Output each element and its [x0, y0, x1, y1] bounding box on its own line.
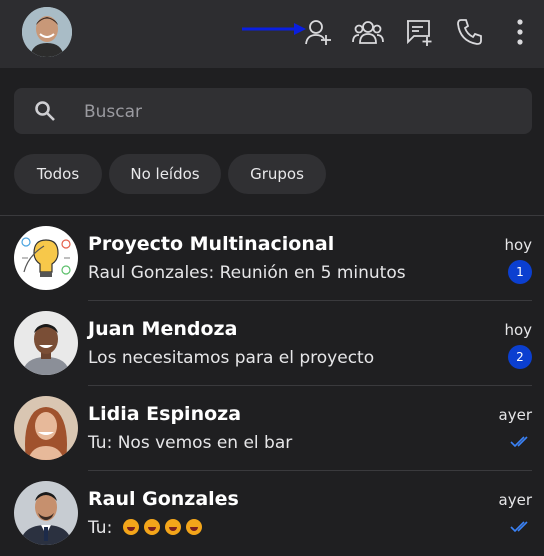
chat-row-juan-mendoza[interactable]: Juan Mendoza Los necesitamos para el pro…	[0, 301, 544, 386]
search-bar[interactable]	[14, 88, 532, 134]
chat-name: Lidia Espinoza	[88, 403, 242, 425]
contact-avatar	[14, 396, 78, 460]
new-chat-icon[interactable]	[404, 17, 434, 47]
chat-name: Raul Gonzales	[88, 488, 239, 510]
community-icon[interactable]	[352, 17, 384, 47]
chat-time: hoy	[504, 321, 532, 339]
chat-row-raul-gonzales[interactable]: Raul Gonzales Tu: ayer	[0, 471, 544, 556]
chat-time: ayer	[498, 406, 532, 424]
top-bar	[0, 0, 544, 68]
search-icon	[35, 101, 55, 121]
filter-chip-grupos[interactable]: Grupos	[228, 154, 326, 194]
emoji-sequence	[118, 518, 202, 538]
search-input[interactable]	[82, 96, 516, 128]
chat-row-proyecto-multinacional[interactable]: Proyecto Multinacional Raul Gonzales: Re…	[0, 216, 544, 301]
message-prefix: Tu:	[88, 518, 113, 538]
contact-avatar	[14, 481, 78, 545]
chat-time: hoy	[504, 236, 532, 254]
call-icon[interactable]	[455, 17, 485, 47]
add-contact-icon[interactable]	[304, 17, 334, 47]
unread-badge: 2	[508, 345, 532, 369]
chat-time: ayer	[498, 491, 532, 509]
read-ticks-icon	[510, 436, 528, 448]
contact-avatar	[14, 311, 78, 375]
chat-last-message: Raul Gonzales: Reunión en 5 minutos	[88, 263, 406, 283]
read-ticks-icon	[510, 521, 528, 533]
filter-chip-no-leidos[interactable]: No leídos	[109, 154, 221, 194]
chat-row-lidia-espinoza[interactable]: Lidia Espinoza Tu: Nos vemos en el bar a…	[0, 386, 544, 471]
chat-last-message: Tu: Nos vemos en el bar	[88, 433, 293, 453]
chat-name: Proyecto Multinacional	[88, 233, 335, 255]
more-vert-icon[interactable]	[506, 17, 534, 47]
unread-badge: 1	[508, 260, 532, 284]
group-avatar	[14, 226, 78, 290]
chat-name: Juan Mendoza	[88, 318, 238, 340]
chat-last-message: Tu:	[88, 518, 202, 538]
pointer-arrow	[242, 23, 306, 35]
profile-avatar[interactable]	[22, 7, 72, 57]
chat-last-message: Los necesitamos para el proyecto	[88, 348, 375, 368]
filter-chip-todos[interactable]: Todos	[14, 154, 102, 194]
